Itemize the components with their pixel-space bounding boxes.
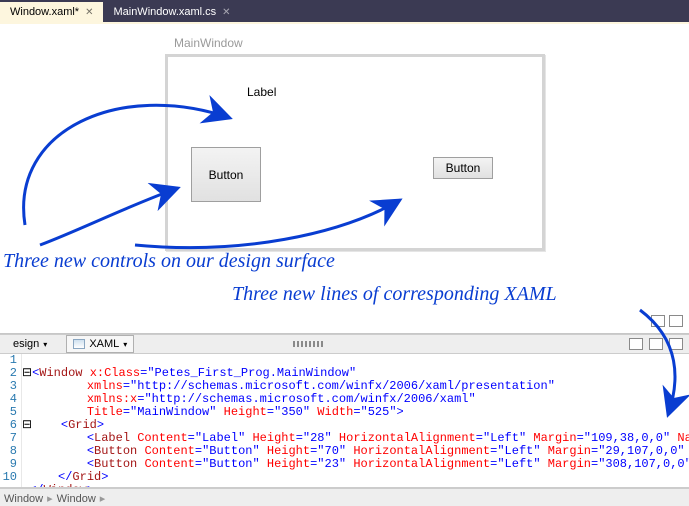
chevron-down-icon: ▾ (123, 340, 127, 349)
window-artboard[interactable]: MainWindow Label Button Button (165, 54, 545, 251)
chevron-down-icon: ▾ (43, 340, 47, 349)
zoom-icon[interactable] (669, 315, 683, 327)
file-tabstrip: Window.xaml* ✕ MainWindow.xaml.cs ✕ (0, 0, 689, 22)
code-token: "Button" (202, 444, 260, 458)
code-token: "MainWindow" (130, 405, 216, 419)
chevron-right-icon: ▸ (100, 492, 106, 505)
close-icon[interactable]: ✕ (85, 7, 93, 18)
code-token: x:Class (90, 366, 140, 380)
code-token: Button (94, 444, 137, 458)
ide-window: Window.xaml* ✕ MainWindow.xaml.cs ✕ Main… (0, 0, 689, 506)
fit-icon[interactable] (651, 315, 665, 327)
line-gutter: 1 2 3 4 5 6 7 8 9 10 (0, 354, 22, 487)
code-token: Grid (68, 418, 97, 432)
code-token: "308,107,0,0" (598, 457, 689, 471)
code-token: "525" (361, 405, 397, 419)
code-token: Grid (72, 470, 101, 484)
code-token: xmlns:x (87, 392, 137, 406)
xaml-editor[interactable]: 1 2 3 4 5 6 7 8 9 10 ⊟<Window x:Class="P… (0, 354, 689, 488)
code-token: "Petes_First_Prog.MainWindow" (147, 366, 356, 380)
code-token: "Left" (497, 444, 540, 458)
tab-mainwindow-cs[interactable]: MainWindow.xaml.cs ✕ (103, 2, 240, 22)
crumb-item[interactable]: Window (4, 493, 43, 505)
layout-collapse-icon[interactable] (669, 338, 683, 350)
layout-horizontal-icon[interactable] (629, 338, 643, 350)
button-text: Button (446, 161, 481, 175)
tab-label: MainWindow.xaml.cs (113, 6, 216, 18)
code-token: "29,107,0,0" (598, 444, 684, 458)
code-token: xmlns (87, 379, 123, 393)
button2-control[interactable]: Button (433, 157, 493, 179)
window-title: MainWindow (174, 36, 243, 50)
label-control[interactable]: Label (247, 85, 307, 105)
split-grip-icon[interactable] (293, 341, 323, 347)
label-text: Label (247, 85, 276, 99)
zoom-controls (651, 315, 683, 327)
code-token: "http://schemas.microsoft.com/winfx/2006… (130, 379, 555, 393)
xaml-tab[interactable]: XAML ▾ (66, 335, 134, 353)
tab-label: Window.xaml* (10, 6, 79, 18)
code-token: Button (94, 457, 137, 471)
code-token: "350" (274, 405, 310, 419)
button1-control[interactable]: Button (191, 147, 261, 202)
code-token: Window (39, 366, 82, 380)
line-number: 10 (0, 471, 17, 484)
code-token: "http://schemas.microsoft.com/winfx/2006… (144, 392, 475, 406)
code-token: "109,38,0,0" (584, 431, 670, 445)
design-tab-label: esign (13, 338, 39, 350)
code-token: Title (87, 405, 123, 419)
code-body[interactable]: ⊟<Window x:Class="Petes_First_Prog.MainW… (22, 354, 689, 487)
crumb-item[interactable]: Window (57, 493, 96, 505)
code-token: "Left" (483, 431, 526, 445)
xaml-tab-label: XAML (89, 338, 119, 350)
tab-window-xaml[interactable]: Window.xaml* ✕ (0, 2, 103, 22)
code-token: Width (317, 405, 353, 419)
annotation-text-2: Three new lines of corresponding XAML (232, 283, 557, 306)
code-token: "Label" (195, 431, 245, 445)
layout-vertical-icon[interactable] (649, 338, 663, 350)
code-token: "70" (317, 444, 346, 458)
chevron-right-icon: ▸ (47, 492, 53, 505)
code-token: "23" (317, 457, 346, 471)
annotation-text-1: Three new controls on our design surface (3, 250, 335, 273)
close-icon[interactable]: ✕ (222, 7, 230, 18)
design-xaml-splitbar[interactable]: esign ▾ XAML ▾ (0, 334, 689, 354)
button-text: Button (209, 168, 244, 182)
code-token: Height (224, 405, 267, 419)
split-layout-buttons (629, 338, 689, 350)
code-token: "Button" (202, 457, 260, 471)
code-token: Label (94, 431, 130, 445)
xaml-breadcrumb: Window ▸ Window ▸ (0, 488, 689, 506)
code-token: Window (44, 483, 87, 487)
design-tab[interactable]: esign ▾ (6, 335, 54, 353)
code-token: "28" (303, 431, 332, 445)
xaml-icon (73, 339, 85, 349)
code-token: "Left" (497, 457, 540, 471)
